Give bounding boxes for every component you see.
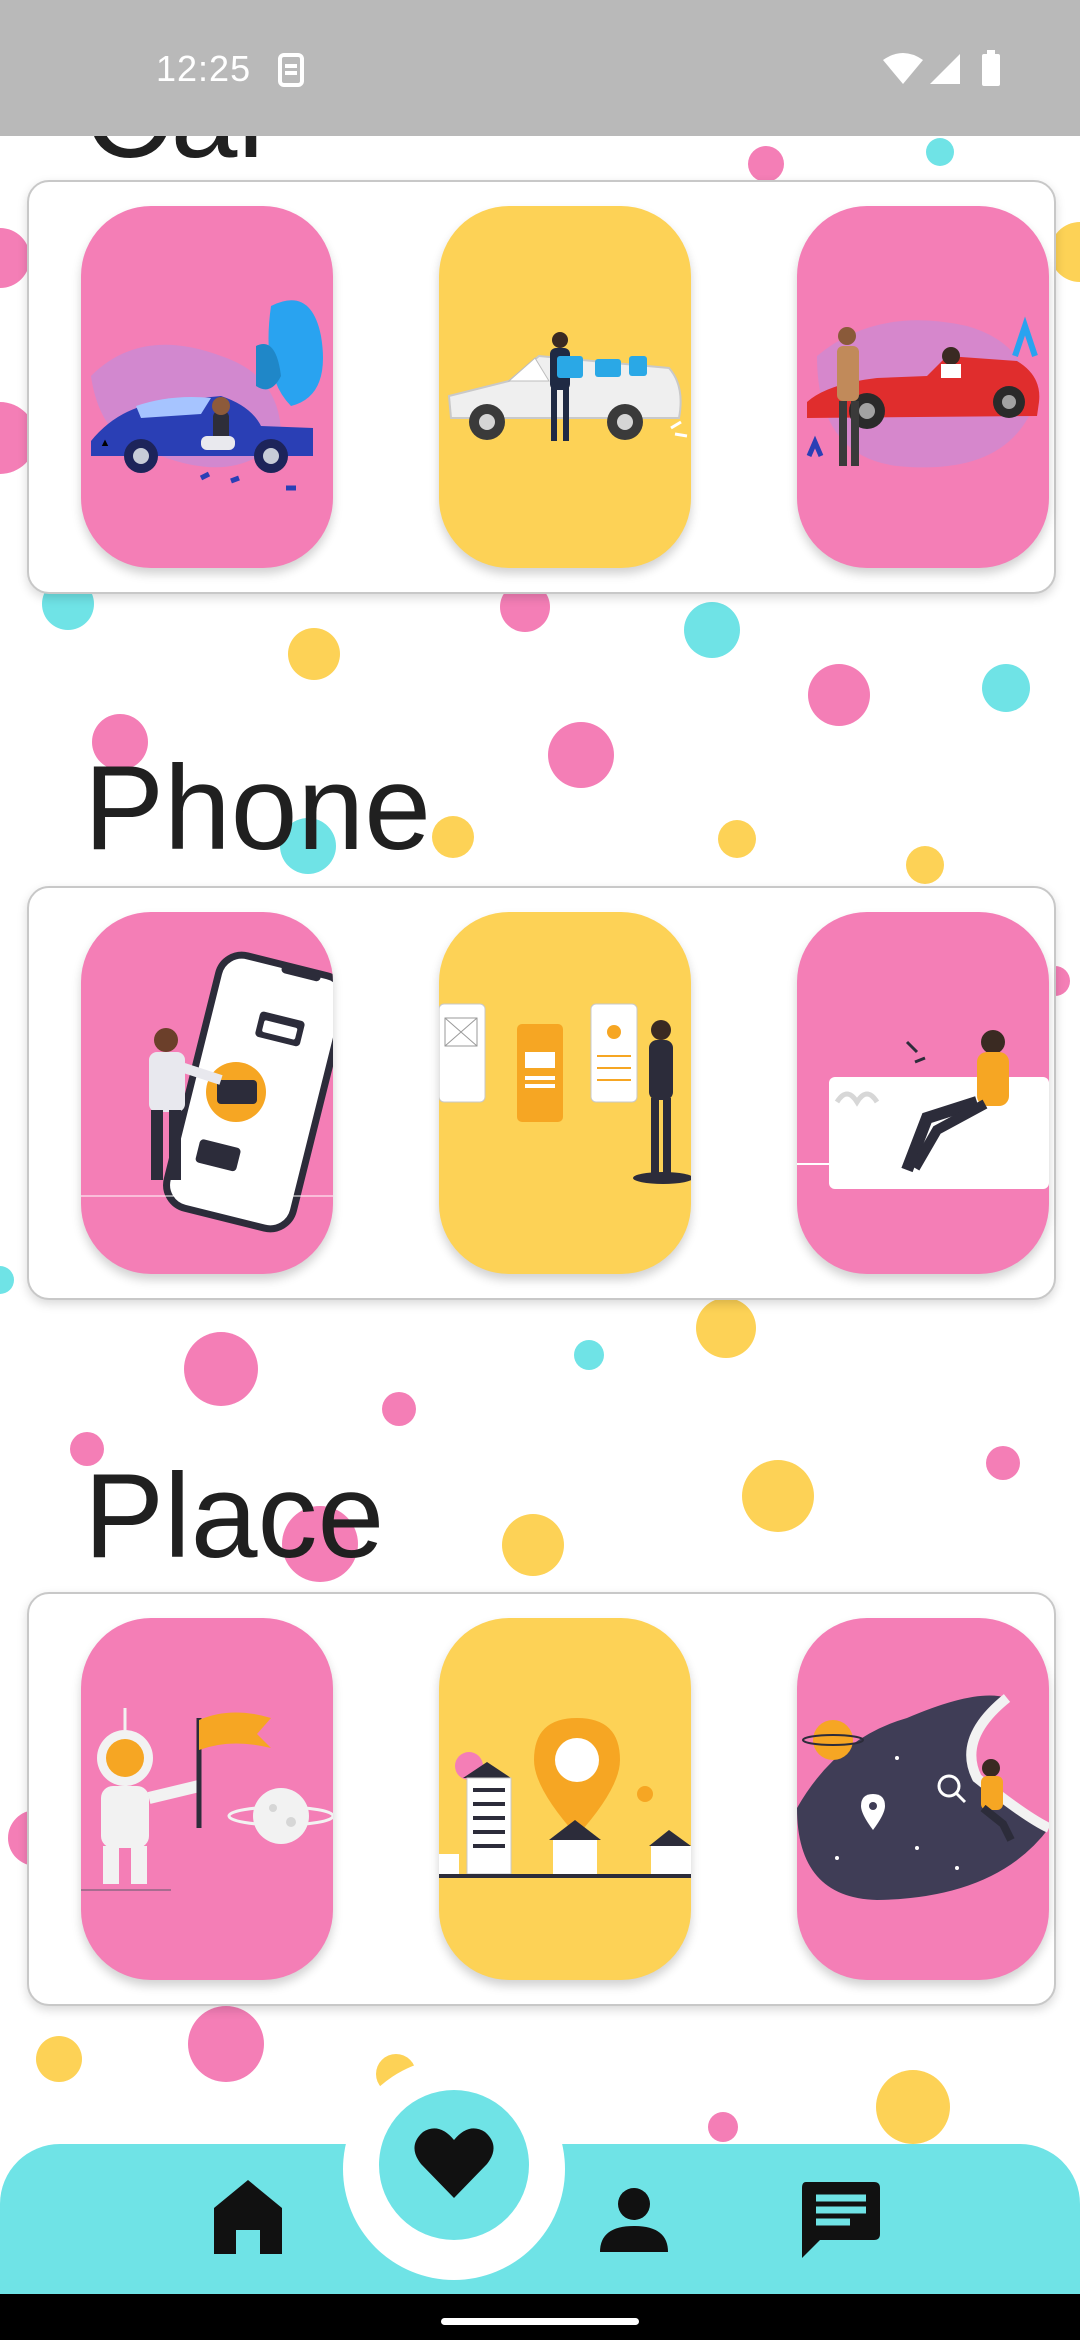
space-search-illustration	[797, 1694, 1049, 1900]
home-indicator[interactable]	[441, 2318, 639, 2325]
person-on-screen-tile[interactable]	[797, 912, 1049, 1274]
chat-icon	[798, 2182, 882, 2266]
sim-card-icon	[274, 52, 308, 93]
phone-card-row	[27, 886, 1056, 1300]
red-convertible-illustration	[806, 316, 1040, 468]
car-card-row	[27, 180, 1056, 594]
wifi-icon	[882, 52, 924, 91]
phone-wallet-tile[interactable]	[81, 912, 333, 1274]
app-wireframe-illustration	[439, 1003, 691, 1184]
person-on-screen-illustration	[797, 1030, 1049, 1189]
status-bar: 12:25	[0, 0, 1080, 136]
home-button[interactable]	[212, 2178, 284, 2261]
signal-icon	[928, 52, 962, 91]
system-navigation-bar	[0, 2294, 1080, 2340]
car-luggage-illustration	[447, 332, 688, 441]
battery-icon	[980, 50, 1002, 93]
section-title-place: Place	[84, 1449, 385, 1583]
home-icon	[212, 2180, 284, 2260]
section-title-phone: Phone	[84, 741, 431, 875]
car-luggage-tile[interactable]	[439, 206, 691, 568]
app-wireframe-tile[interactable]	[439, 912, 691, 1274]
status-time: 12:25	[156, 48, 252, 89]
city-location-pin-tile[interactable]	[439, 1618, 691, 1980]
heart-icon	[413, 2126, 495, 2205]
astronaut-flag-illustration	[81, 1708, 333, 1891]
messages-button[interactable]	[798, 2178, 882, 2267]
favorites-button[interactable]	[379, 2090, 529, 2240]
person-icon	[598, 2188, 670, 2258]
red-convertible-tile[interactable]	[797, 206, 1049, 568]
profile-button[interactable]	[598, 2186, 670, 2259]
place-card-row	[27, 1592, 1056, 2006]
astronaut-flag-tile[interactable]	[81, 1618, 333, 1980]
car-repair-tile[interactable]	[81, 206, 333, 568]
car-repair-illustration	[91, 300, 323, 491]
city-location-pin-illustration	[439, 1718, 691, 1878]
phone-wallet-illustration	[81, 951, 333, 1233]
space-search-tile[interactable]	[797, 1618, 1049, 1980]
